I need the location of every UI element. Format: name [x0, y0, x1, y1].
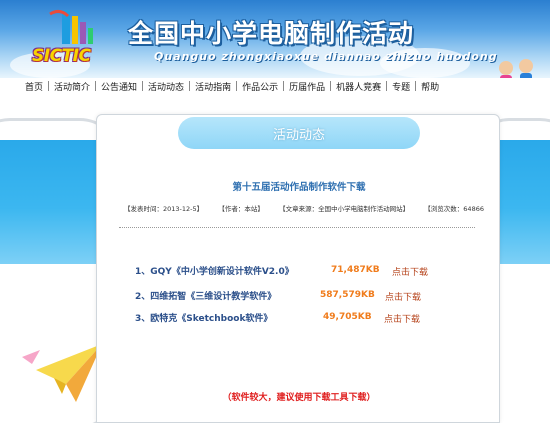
nav-item-past-works[interactable]: 历届作品	[284, 80, 330, 93]
page: SICTIC 全国中小学电脑制作活动 Quanguo zhongxiaoxue …	[0, 0, 550, 423]
logo-mark-icon	[49, 9, 93, 44]
author: 【作者：本站】	[218, 205, 264, 213]
download-item: 1、GQY《中小学创新设计软件V2.0》	[135, 263, 294, 277]
divider	[119, 227, 475, 228]
nav-item-guide[interactable]: 活动指南	[190, 80, 236, 93]
view-count: 【浏览次数：64866	[424, 205, 484, 213]
article-meta: 【发表时间：2013-12-5】 【作者：本站】 【文章来源：全国中小学电脑制作…	[124, 203, 484, 213]
header-banner: SICTIC 全国中小学电脑制作活动 Quanguo zhongxiaoxue …	[0, 0, 550, 78]
children-illustration-icon	[499, 59, 533, 78]
download-link[interactable]: 点击下载	[392, 265, 428, 278]
nav-item-showcase[interactable]: 作品公示	[237, 80, 283, 93]
nav-item-notices[interactable]: 公告通知	[96, 80, 142, 93]
download-link[interactable]: 点击下载	[385, 290, 421, 303]
software-name: 2、四维拓智《三维设计教学软件》	[135, 291, 277, 302]
file-size: 71,487KB	[331, 265, 380, 275]
nav-item-home[interactable]: 首页	[20, 80, 48, 93]
paper-plane-icon	[36, 344, 102, 402]
article-title: 第十五届活动作品制作软件下载	[232, 182, 366, 193]
software-name: 1、GQY《中小学创新设计软件V2.0》	[135, 266, 294, 277]
nav-item-news[interactable]: 活动动态	[143, 80, 189, 93]
site-title: 全国中小学电脑制作活动	[128, 19, 415, 48]
nav-item-intro[interactable]: 活动简介	[49, 80, 95, 93]
publish-time: 【发表时间：2013-12-5】	[124, 205, 204, 213]
file-size: 587,579KB	[320, 290, 375, 300]
download-link[interactable]: 点击下载	[384, 312, 420, 325]
download-item: 3、欧特克《Sketchbook软件》	[135, 310, 272, 324]
main-nav: 首页 活动简介 公告通知 活动动态 活动指南 作品公示 历届作品 机器人竞赛 专…	[0, 78, 500, 94]
content-panel: 活动动态 第十五届活动作品制作软件下载 【发表时间：2013-12-5】 【作者…	[96, 114, 500, 423]
section-tab: 活动动态	[178, 117, 420, 149]
download-tip: （软件较大，建议使用下载工具下载）	[222, 393, 376, 403]
software-name: 3、欧特克《Sketchbook软件》	[135, 313, 273, 324]
file-size: 49,705KB	[323, 312, 372, 322]
nav-item-help[interactable]: 帮助	[416, 80, 444, 93]
nav-item-robotics[interactable]: 机器人竞赛	[331, 80, 386, 93]
article-source: 【文章来源：全国中小学电脑制作活动网站】	[279, 205, 410, 213]
logo-text: SICTIC	[32, 46, 91, 66]
nav-item-topics[interactable]: 专题	[387, 80, 415, 93]
download-item: 2、四维拓智《三维设计教学软件》	[135, 288, 276, 302]
site-subtitle: Quanguo zhongxiaoxue diannao zhizuo huod…	[154, 50, 498, 63]
